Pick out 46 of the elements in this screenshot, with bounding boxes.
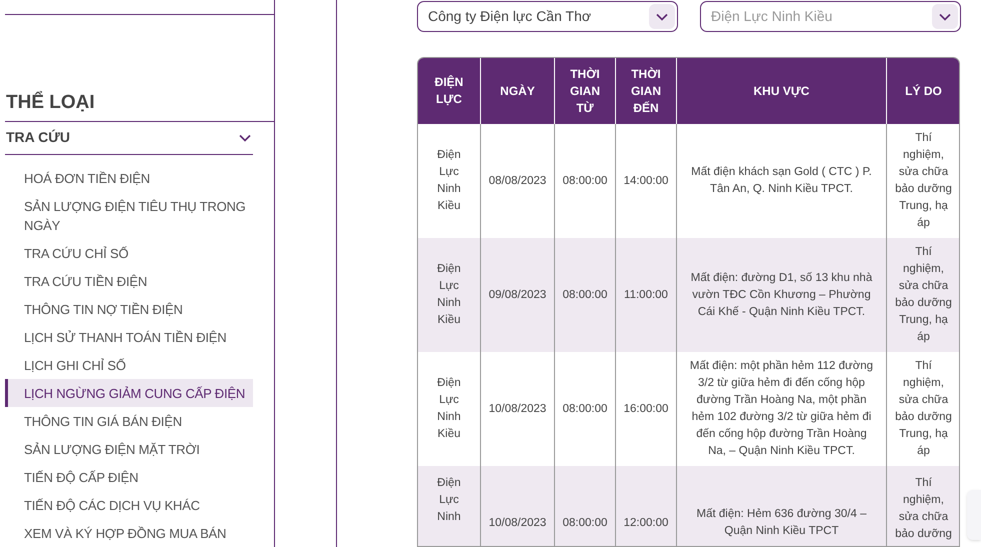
table-cell-text: 08:00:00: [562, 402, 608, 416]
table-cell-text: Mất điện khách sạn Gold ( CTC ) P. Tân An, Q. Ninh Kiều TPCT.: [690, 165, 873, 197]
sidebar-link[interactable]: TIẾN ĐỘ CẤP ĐIỆN: [5, 463, 253, 491]
table-cell-text: 10/08/2023: [488, 516, 548, 530]
category-group-toggle[interactable]: TRA CỨU: [5, 122, 253, 155]
sidebar-link[interactable]: SẢN LƯỢNG ĐIỆN MẶT TRỜI: [5, 435, 253, 463]
table-cell-text: 10/08/2023: [488, 402, 548, 416]
table-cell-text: Thí nghiệm, sửa chữa bảo dưỡng Trung, hạ áp: [894, 131, 952, 231]
table-cell-text: Thí nghiệm, sửa chữa bảo dưỡng: [894, 476, 952, 542]
table-cell-text: Mất điện: một phần hẻm 112 đường 3/2 từ giữa hẻm đi đến cống hộp đường Trần Hoàng Na, một phần hẻm 102 đường 3/2 từ giữa hẻm đi đến cống hộp đường Trần Hoàng Na, – Quận Ninh Kiều TPCT.: [688, 359, 874, 459]
sidebar-link[interactable]: THÔNG TIN NỢ TIỀN ĐIỆN: [5, 295, 253, 323]
table-cell-text: 11:00:00: [623, 288, 669, 302]
table-cell-text: 08:00:00: [562, 516, 608, 530]
table-cell-text: 08:00:00: [562, 288, 608, 302]
sidebar-link[interactable]: LỊCH SỬ THANH TOÁN TIỀN ĐIỆN: [5, 323, 253, 351]
select-field[interactable]: Công ty Điện lực Cần Thơ: [417, 1, 678, 32]
table-cell-text: Mất điện: đường D1, số 13 khu nhà vườn TĐC Cồn Khương – Phường Cái Khế - Quận Ninh Kiều TPCT.: [690, 270, 874, 320]
table-cell-text: Điện Lực Ninh Kiều: [436, 262, 462, 328]
sidebar-link[interactable]: SẢN LƯỢNG ĐIỆN TIÊU THỤ TRONG NGÀY: [5, 192, 253, 239]
table-cell-text: Thí nghiệm, sửa chữa bảo dưỡng Trung, hạ áp: [894, 245, 952, 345]
table-cell-text: Thí nghiệm, sửa chữa bảo dưỡng Trung, hạ áp: [894, 359, 952, 459]
sidebar-link[interactable]: LỊCH NGỪNG GIẢM CUNG CẤP ĐIỆN: [5, 379, 253, 407]
sidebar-link[interactable]: TRA CỨU CHỈ SỐ: [5, 239, 253, 267]
chevron-down-icon: [939, 12, 951, 20]
category-heading: THỂ LOẠI: [5, 90, 96, 115]
column-header: LÝ DO: [904, 82, 943, 100]
table-cell-text: 16:00:00: [622, 402, 670, 416]
sidebar-link[interactable]: THÔNG TIN GIÁ BÁN ĐIỆN: [5, 407, 253, 435]
chevron-down-icon: [656, 12, 668, 20]
table-cell-text: Mất điện: Hẻm 636 đường 30/4 – Quận Ninh Kiều TPCT: [696, 507, 868, 539]
sidebar-link[interactable]: HOÁ ĐƠN TIỀN ĐIỆN: [5, 164, 253, 192]
table-cell-text: 12:00:00: [622, 516, 670, 530]
table-cell-text: 14:00:00: [622, 174, 670, 188]
table-cell-text: Điện Lực Ninh Kiều: [436, 376, 462, 442]
dropdown-toggle[interactable]: [932, 4, 958, 29]
table-cell-text: Điện Lực Ninh: [436, 476, 462, 525]
sidebar-link[interactable]: LỊCH GHI CHỈ SỐ: [5, 351, 253, 379]
sidebar-link[interactable]: TIẾN ĐỘ CÁC DỊCH VỤ KHÁC: [5, 491, 253, 519]
chevron-down-icon: [239, 134, 251, 142]
table-cell-text: 09/08/2023: [488, 288, 548, 302]
sidebar-link[interactable]: TRA CỨU TIỀN ĐIỆN: [5, 267, 253, 295]
table-cell-text: 08/08/2023: [488, 174, 548, 188]
dropdown-toggle[interactable]: [649, 4, 675, 29]
table-cell-text: Điện Lực Ninh Kiều: [436, 148, 462, 214]
sidebar-link[interactable]: XEM VÀ KÝ HỢP ĐỒNG MUA BÁN: [5, 519, 253, 547]
table-cell-text: 08:00:00: [562, 174, 608, 188]
